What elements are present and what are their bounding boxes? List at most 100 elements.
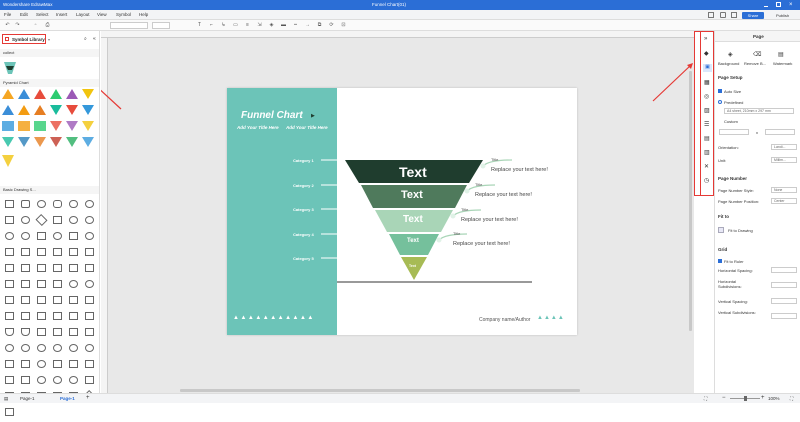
- watermark-button[interactable]: Watermark: [773, 61, 792, 66]
- menu-view[interactable]: View: [97, 10, 107, 20]
- horizontal-subdivisions-input[interactable]: [771, 282, 797, 288]
- zoom-level[interactable]: 100%: [768, 396, 780, 401]
- shape-rect-10[interactable]: [53, 328, 62, 336]
- shape-rounded[interactable]: [53, 200, 62, 208]
- shape-triangle-2[interactable]: [85, 264, 94, 272]
- shape-icon[interactable]: ▭: [232, 22, 239, 29]
- font-size-select[interactable]: [152, 22, 170, 29]
- shape-callout[interactable]: [5, 296, 14, 304]
- share-file-icon[interactable]: [731, 12, 737, 18]
- zoom-slider-handle[interactable]: [744, 396, 747, 401]
- shape-arrow-5[interactable]: [53, 312, 62, 320]
- page-selector[interactable]: Page-1: [20, 396, 35, 401]
- print-tool-icon[interactable]: ⎙: [44, 22, 51, 29]
- shape-circle[interactable]: [37, 200, 46, 208]
- collapse-panel-icon[interactable]: «: [93, 36, 96, 42]
- pyramid-chart-symbols[interactable]: [2, 89, 98, 183]
- shape-arrow-6[interactable]: [69, 312, 78, 320]
- shape-star-2[interactable]: [21, 280, 30, 288]
- shape-ellipse[interactable]: [21, 216, 30, 224]
- shape-rect-24[interactable]: [5, 408, 14, 416]
- shape-circle-9[interactable]: [53, 344, 62, 352]
- pyramid-chart-section-header[interactable]: Pyramid Chart: [0, 79, 99, 87]
- predefined-size-select[interactable]: A4 sheet, 210mm x 297 mm: [724, 108, 794, 114]
- font-family-select[interactable]: [110, 22, 148, 29]
- lock-icon[interactable]: ⊡: [340, 22, 347, 29]
- background-icon[interactable]: ◈: [728, 51, 733, 58]
- shape-circle-4[interactable]: [21, 232, 30, 240]
- custom-height-input[interactable]: [765, 129, 795, 135]
- vertical-spacing-input[interactable]: [771, 298, 797, 304]
- shape-callout-6[interactable]: [85, 296, 94, 304]
- shape-shield[interactable]: [5, 328, 14, 336]
- shape-oval[interactable]: [69, 216, 78, 224]
- shape-moon[interactable]: [69, 376, 78, 384]
- shape-circle-14[interactable]: [53, 376, 62, 384]
- menu-insert[interactable]: Insert: [56, 10, 67, 20]
- shape-pentagon[interactable]: [85, 232, 94, 240]
- shape-square[interactable]: [5, 216, 14, 224]
- menu-help[interactable]: Help: [139, 10, 148, 20]
- shape-rect-8[interactable]: [85, 248, 94, 256]
- shape-circle-6[interactable]: [5, 344, 14, 352]
- shape-arrow-3[interactable]: [21, 312, 30, 320]
- predefined-radio[interactable]: [718, 100, 722, 104]
- shape-callout-3[interactable]: [37, 296, 46, 304]
- shape-rect-14[interactable]: [21, 360, 30, 368]
- shape-ring[interactable]: [69, 280, 78, 288]
- fit-drawing-icon[interactable]: [718, 227, 724, 233]
- line-style-icon[interactable]: ┅: [292, 22, 299, 29]
- print-icon[interactable]: [708, 12, 714, 18]
- arrow-style-icon[interactable]: →: [304, 22, 311, 29]
- page-number-position-select[interactable]: Center: [771, 198, 797, 204]
- shape-star-3[interactable]: [37, 280, 46, 288]
- shape-rect-4[interactable]: [5, 248, 14, 256]
- shape-circle-11[interactable]: [85, 344, 94, 352]
- menu-select[interactable]: Select: [36, 10, 49, 20]
- basic-drawing-section-header[interactable]: Basic Drawing S...: [0, 186, 99, 194]
- shape-rect-7[interactable]: [69, 248, 78, 256]
- save-icon[interactable]: [720, 12, 726, 18]
- shape-arrow-4[interactable]: [37, 312, 46, 320]
- canvas-area[interactable]: Funnel Chart ▶ Add Your Title Here Add Y…: [101, 31, 694, 393]
- menu-file[interactable]: File: [4, 10, 11, 20]
- shape-cross[interactable]: [21, 376, 30, 384]
- shape-chevron[interactable]: [53, 264, 62, 272]
- custom-width-input[interactable]: [719, 129, 749, 135]
- publish-button[interactable]: Publish: [776, 12, 796, 19]
- unit-select[interactable]: Millim...: [771, 157, 797, 163]
- shape-rounded-rect[interactable]: [21, 200, 30, 208]
- shape-rect-2[interactable]: [53, 216, 62, 224]
- shape-trapezoid[interactable]: [37, 264, 46, 272]
- shape-star[interactable]: [5, 280, 14, 288]
- shape-parallelogram[interactable]: [21, 264, 30, 272]
- close-icon[interactable]: ×: [789, 0, 793, 10]
- fit-to-drawing-button[interactable]: Fit to Drawing: [728, 228, 753, 233]
- shape-arrow-7[interactable]: [85, 312, 94, 320]
- shape-circle-2[interactable]: [85, 200, 94, 208]
- symbol-library-header[interactable]: Symbol Library: [2, 34, 46, 44]
- shape-rect-3[interactable]: [37, 232, 46, 240]
- shape-rect-15[interactable]: [53, 360, 62, 368]
- add-page-icon[interactable]: +: [86, 395, 90, 401]
- shape-pill[interactable]: [69, 200, 78, 208]
- shape-rect-17[interactable]: [85, 360, 94, 368]
- shape-triangle[interactable]: [69, 232, 78, 240]
- line-icon[interactable]: ⌐: [208, 22, 215, 29]
- page-number-style-select[interactable]: None: [771, 187, 797, 193]
- shape-circle-5[interactable]: [53, 232, 62, 240]
- share-button[interactable]: Share: [742, 11, 764, 19]
- undo-icon[interactable]: ↶: [4, 22, 11, 29]
- shape-hexagon[interactable]: [5, 264, 14, 272]
- search-icon[interactable]: ⌕: [84, 36, 87, 42]
- shape-octagon[interactable]: [5, 232, 14, 240]
- shape-rect-6[interactable]: [37, 248, 46, 256]
- watermark-icon[interactable]: ▤: [778, 51, 784, 58]
- shape-ring-2[interactable]: [85, 280, 94, 288]
- shape-circle-8[interactable]: [37, 344, 46, 352]
- collect-section-header[interactable]: collect: [0, 49, 99, 57]
- remove-background-icon[interactable]: ⌫: [753, 51, 761, 58]
- save-tool-icon[interactable]: ▫: [32, 22, 39, 29]
- page-tab-1[interactable]: Page-1: [60, 396, 75, 401]
- shape-rect-16[interactable]: [69, 360, 78, 368]
